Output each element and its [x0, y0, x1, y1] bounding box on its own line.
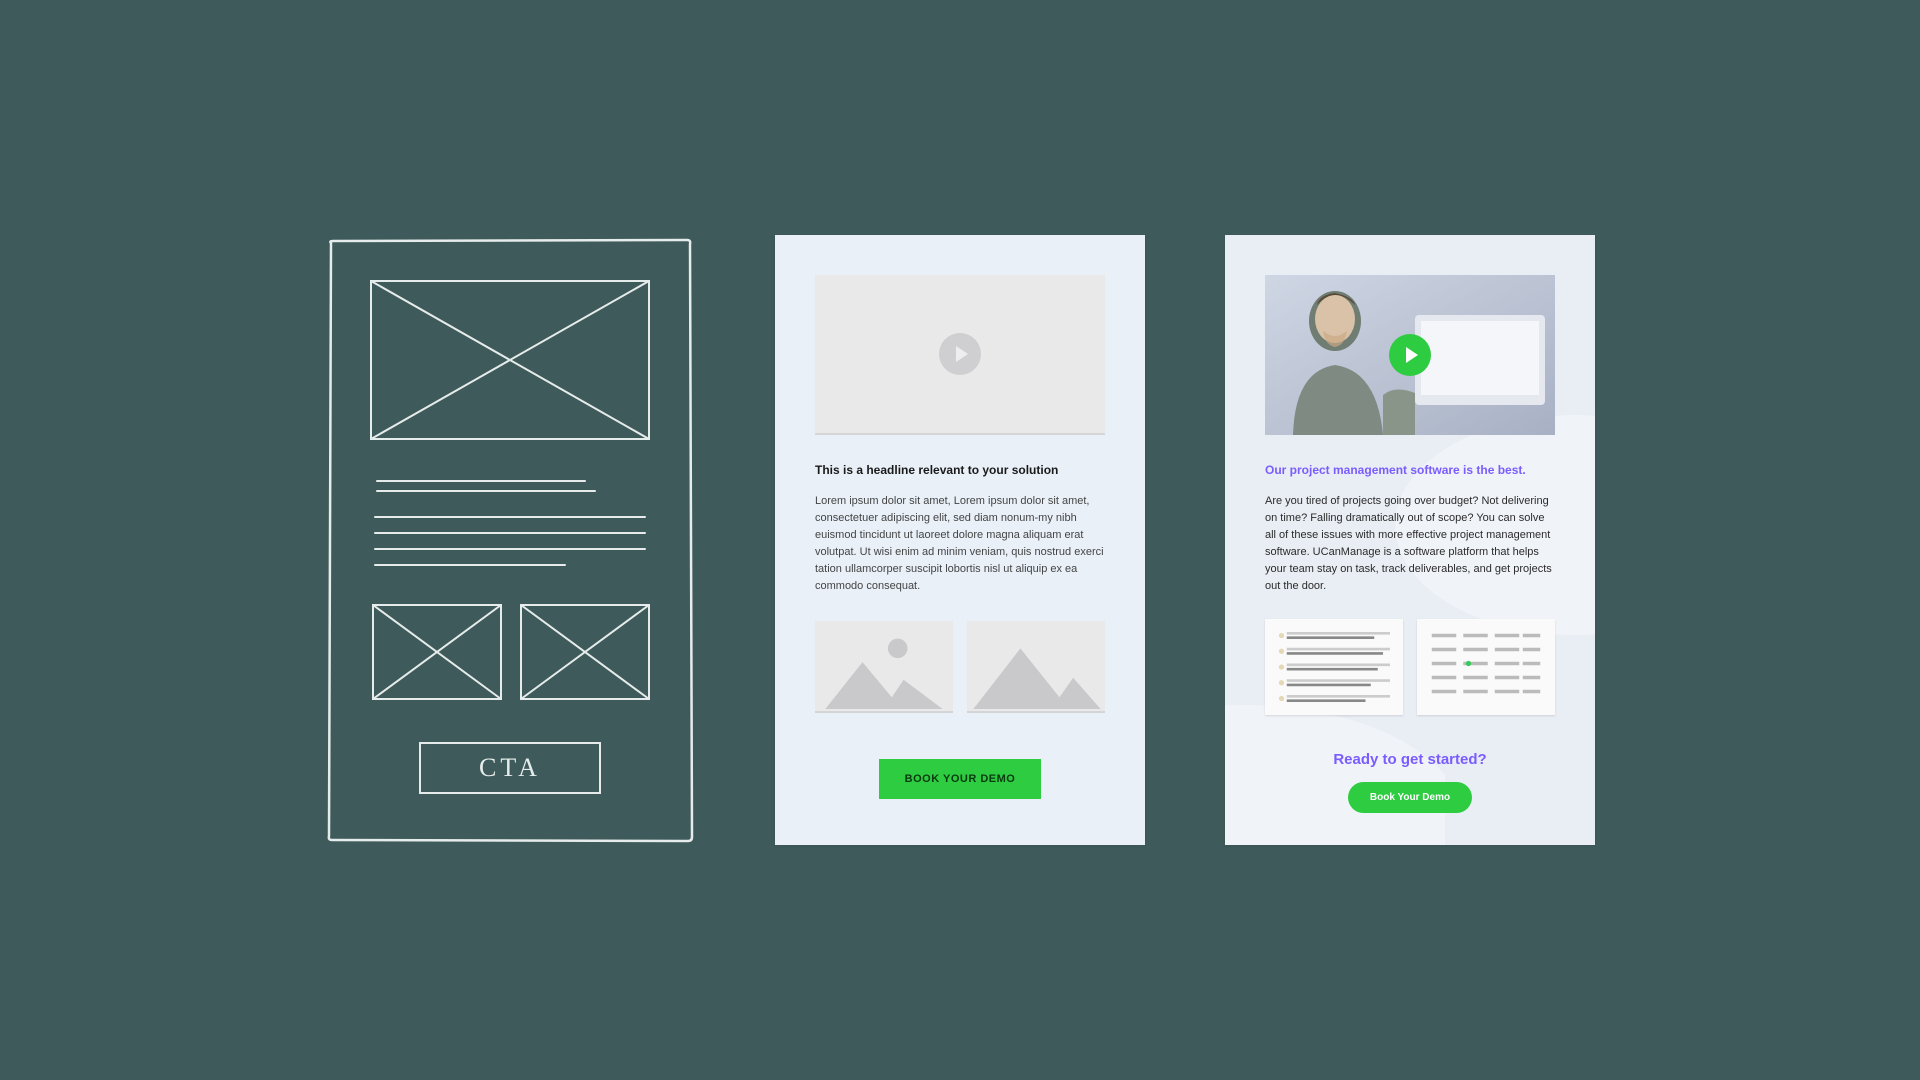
lofi-body-text: Lorem ipsum dolor sit amet, Lorem ipsum …	[815, 493, 1105, 595]
hifi-headline: Our project management software is the b…	[1265, 463, 1555, 477]
cta-label: BOOK YOUR DEMO	[905, 773, 1016, 785]
hifi-body-text: Are you tired of projects going over bud…	[1265, 493, 1555, 595]
ready-heading: Ready to get started?	[1265, 751, 1555, 768]
wireframe-sketch-panel: CTA	[325, 235, 695, 845]
lofi-headline: This is a headline relevant to your solu…	[815, 463, 1105, 477]
video-placeholder[interactable]	[815, 275, 1105, 435]
hifi-mockup-panel: Our project management software is the b…	[1225, 235, 1595, 845]
sketch-cta-button[interactable]: CTA	[420, 743, 600, 793]
play-icon	[939, 333, 981, 375]
product-screenshot	[1417, 619, 1555, 715]
hero-video[interactable]	[1265, 275, 1555, 435]
play-icon	[1389, 334, 1431, 376]
hifi-screenshot-row	[1265, 619, 1555, 715]
product-screenshot	[1265, 619, 1403, 715]
cta-label: Book Your Demo	[1370, 792, 1450, 803]
sketch-cta-label: CTA	[479, 753, 541, 783]
lofi-mockup-panel: This is a headline relevant to your solu…	[775, 235, 1145, 845]
lofi-thumbnail-row	[815, 621, 1105, 713]
book-demo-button[interactable]: Book Your Demo	[1348, 782, 1472, 813]
image-placeholder	[815, 621, 953, 713]
image-placeholder	[967, 621, 1105, 713]
book-demo-button[interactable]: BOOK YOUR DEMO	[879, 759, 1042, 799]
